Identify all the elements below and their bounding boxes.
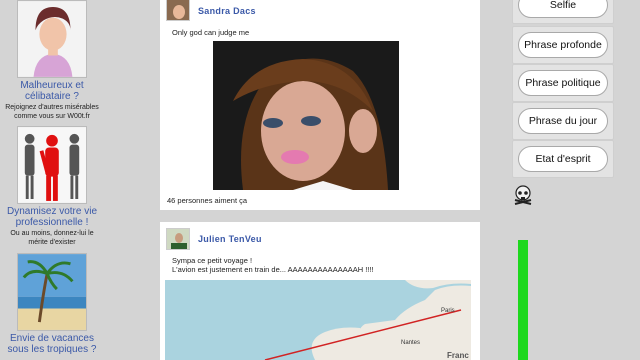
ad-title[interactable]: Dynamisez votre vie professionnelle ! [0, 206, 104, 228]
ad-subtitle: Ou au moins, donnez-lui le mérite d'exis… [10, 230, 94, 246]
post-author[interactable]: Julien TenVeu [198, 234, 262, 244]
post-header: Sandra Dacs [160, 0, 480, 22]
business-people-icon [17, 126, 87, 204]
post-photo[interactable] [213, 41, 399, 190]
avatar[interactable] [166, 0, 190, 21]
selfie-button[interactable]: Selfie [518, 0, 608, 18]
map-image[interactable]: Paris Nantes Franc [165, 280, 471, 360]
portrait-woman-icon [17, 0, 87, 78]
post-author[interactable]: Sandra Dacs [198, 6, 256, 16]
ads-column: Malheureux et célibataire ? Rejoignez d'… [0, 0, 104, 360]
phrase-du-jour-button[interactable]: Phrase du jour [518, 108, 608, 134]
mood-meter-bar [518, 240, 528, 360]
button-frame: Etat d'esprit [512, 140, 614, 178]
phrase-politique-button[interactable]: Phrase politique [518, 70, 608, 96]
ad-vacation[interactable]: Envie de vacances sous les tropiques ? [0, 253, 104, 355]
ad-title[interactable]: Malheureux et célibataire ? [0, 80, 104, 102]
map-label-country: Franc [447, 351, 469, 360]
ad-subtitle: Rejoignez d'autres misérables comme vous… [5, 104, 99, 120]
ad-career[interactable]: Dynamisez votre vie professionnelle ! Ou… [0, 126, 104, 247]
avatar[interactable] [166, 228, 190, 250]
button-frame: Selfie [512, 0, 614, 24]
skull-icon [514, 185, 532, 205]
post-text: L'avion est justement en train de... AAA… [172, 265, 374, 274]
palm-beach-icon [17, 253, 87, 331]
etat-d-esprit-button[interactable]: Etat d'esprit [518, 146, 608, 172]
button-frame: Phrase du jour [512, 102, 614, 140]
post-header: Julien TenVeu [160, 222, 480, 256]
map-label-paris: Paris [441, 308, 455, 314]
post-text: Sympa ce petit voyage ! [172, 256, 253, 265]
likes-count[interactable]: 46 personnes aiment ça [160, 196, 254, 205]
map-label-nantes: Nantes [401, 340, 420, 346]
button-frame: Phrase profonde [512, 26, 614, 64]
post-card: Sandra Dacs Only god can judge me 46 per… [160, 0, 480, 210]
post-text: Only god can judge me [172, 28, 250, 37]
post-card: Julien TenVeu Sympa ce petit voyage ! L'… [160, 222, 480, 360]
ad-title[interactable]: Envie de vacances sous les tropiques ? [0, 333, 104, 355]
button-frame: Phrase politique [512, 64, 614, 102]
ad-dating[interactable]: Malheureux et célibataire ? Rejoignez d'… [0, 0, 104, 121]
phrase-profonde-button[interactable]: Phrase profonde [518, 32, 608, 58]
